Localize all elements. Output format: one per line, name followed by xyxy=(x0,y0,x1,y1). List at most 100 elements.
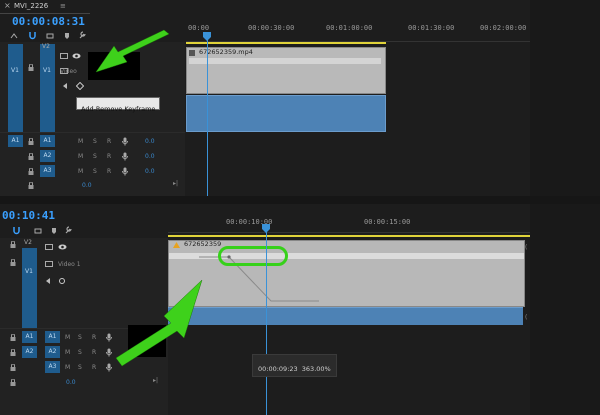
bottom-previous-keyframe-icon[interactable] xyxy=(46,278,51,284)
bottom-eye-icon[interactable] xyxy=(58,244,67,250)
a1-track-target[interactable]: A1 xyxy=(40,135,55,147)
bottom-solo-a2[interactable]: S xyxy=(78,349,82,356)
volume-a3[interactable]: 0.0 xyxy=(145,168,155,175)
bottom-sync-icon[interactable] xyxy=(45,244,53,250)
fx-icon xyxy=(189,50,195,56)
bottom-lock-icon-v2[interactable] xyxy=(10,241,16,248)
bottom-playhead-line[interactable] xyxy=(266,228,267,415)
scroll-end-icon[interactable]: ▸| xyxy=(173,180,178,187)
bottom-timeline-panel: 00:10:41 V2 V1 Video 1 A1 A1 A2 A2 A3 M xyxy=(0,204,530,415)
tab-menu-icon[interactable]: ≡ xyxy=(60,2,66,10)
close-icon[interactable]: × xyxy=(4,1,11,10)
bottom-a3-track-target[interactable]: A3 xyxy=(45,361,60,373)
solo-button-a1[interactable]: S xyxy=(93,138,97,145)
bottom-record-a3[interactable]: R xyxy=(92,364,96,371)
bottom-lock-icon-a3[interactable] xyxy=(10,364,16,371)
bottom-audio-clip[interactable] xyxy=(168,307,523,325)
nest-icon[interactable] xyxy=(10,32,18,40)
lock-icon-master[interactable] xyxy=(28,182,34,189)
time-ruler[interactable]: 00:00 00:00:30:00 00:01:00:00 00:01:30:0… xyxy=(186,23,530,42)
bottom-mute-a3[interactable]: M xyxy=(65,364,70,371)
a1-source-patch[interactable]: A1 xyxy=(8,135,23,147)
microphone-icon-a3[interactable] xyxy=(122,167,128,176)
add-marker-icon[interactable] xyxy=(63,32,71,40)
microphone-icon-a1[interactable] xyxy=(122,137,128,146)
ruler-label-0: 00:00 xyxy=(188,24,210,32)
ruler-label-2: 00:01:00:00 xyxy=(326,24,373,32)
bottom-record-a2[interactable]: R xyxy=(92,349,96,356)
bottom-solo-a3[interactable]: S xyxy=(78,364,82,371)
v1-source-patch[interactable]: V1 xyxy=(8,44,23,132)
bottom-lock-icon-v1[interactable] xyxy=(10,259,16,266)
mute-button-a3[interactable]: M xyxy=(78,168,83,175)
add-marker-icon-bottom[interactable] xyxy=(50,227,58,235)
bottom-v1-label: V1 xyxy=(25,268,33,275)
audio-clip[interactable] xyxy=(186,95,386,132)
right-edge-marker-2: ( xyxy=(525,314,528,321)
bottom-scroll-end-icon[interactable]: ▸| xyxy=(153,377,158,384)
bottom-keyframe-icon[interactable] xyxy=(58,277,66,285)
ruler-label-1: 00:00:30:00 xyxy=(248,24,295,32)
record-button-a2[interactable]: R xyxy=(107,153,111,160)
v2-label: V2 xyxy=(42,43,50,50)
snap-icon-bottom[interactable] xyxy=(12,226,21,235)
bottom-v1-source-patch[interactable]: V2 V1 xyxy=(22,239,37,328)
bottom-a2-source-patch[interactable]: A2 xyxy=(22,346,37,358)
bottom-in-out-bar xyxy=(168,235,530,237)
bottom-lock-icon-a1[interactable] xyxy=(10,334,16,341)
top-timeline-panel: × MVI_2226 ≡ 00:00:08:31 V1 V2 V1 Video … xyxy=(0,0,530,196)
microphone-icon-a2[interactable] xyxy=(122,152,128,161)
in-out-bar xyxy=(186,42,386,44)
volume-a2[interactable]: 0.0 xyxy=(145,153,155,160)
bottom-playhead-timecode[interactable]: 00:10:41 xyxy=(2,209,55,222)
toggle-sync-icon[interactable] xyxy=(60,53,68,59)
a3-track-target[interactable]: A3 xyxy=(40,165,55,177)
bottom-a2-track-target[interactable]: A2 xyxy=(45,346,60,358)
bottom-sync-icon-v1[interactable] xyxy=(45,261,53,267)
bottom-time-ruler[interactable]: 00:00:10:00 00:00:15:00 xyxy=(168,212,530,233)
a2-track-target[interactable]: A2 xyxy=(40,150,55,162)
playhead-line[interactable] xyxy=(207,32,208,196)
video-track-name: Video xyxy=(60,68,77,75)
mute-button-a1[interactable]: M xyxy=(78,138,83,145)
bottom-clip-name: 672652359 xyxy=(184,240,222,248)
bottom-master-volume[interactable]: 0.0 xyxy=(66,379,76,386)
bottom-lock-icon-master[interactable] xyxy=(10,379,16,386)
linked-selection-icon[interactable] xyxy=(46,32,54,40)
panel-divider xyxy=(0,196,600,204)
record-button-a3[interactable]: R xyxy=(107,168,111,175)
lock-icon-a3[interactable] xyxy=(28,168,34,175)
wrench-icon-bottom[interactable] xyxy=(64,226,72,235)
linked-selection-icon-bottom[interactable] xyxy=(34,227,42,235)
bottom-record-a1[interactable]: R xyxy=(92,334,96,341)
record-button-a1[interactable]: R xyxy=(107,138,111,145)
playhead-timecode[interactable]: 00:00:08:31 xyxy=(12,15,85,28)
v1-track-target[interactable]: V2 V1 xyxy=(40,43,55,132)
mute-button-a2[interactable]: M xyxy=(78,153,83,160)
sequence-tab[interactable]: × MVI_2226 ≡ xyxy=(0,0,90,14)
solo-button-a2[interactable]: S xyxy=(93,153,97,160)
lock-icon-a1[interactable] xyxy=(28,138,34,145)
bottom-solo-a1[interactable]: S xyxy=(78,334,82,341)
solo-button-a3[interactable]: S xyxy=(93,168,97,175)
bottom-mute-a2[interactable]: M xyxy=(65,349,70,356)
wrench-icon[interactable] xyxy=(78,31,86,40)
tooltip-text: Add-Remove Keyframe xyxy=(81,105,156,113)
tooltip: Add-Remove Keyframe xyxy=(76,97,161,113)
bottom-lock-icon-a2[interactable] xyxy=(10,349,16,356)
lock-icon-a2[interactable] xyxy=(28,153,34,160)
bottom-a1-track-target[interactable]: A1 xyxy=(45,331,60,343)
master-volume[interactable]: 0.0 xyxy=(82,182,92,189)
previous-keyframe-icon[interactable] xyxy=(63,83,68,89)
eye-icon[interactable] xyxy=(72,53,81,59)
add-remove-keyframe-icon[interactable] xyxy=(76,82,84,90)
bottom-v2-label: V2 xyxy=(24,239,32,246)
clip-status-overlay: 00:00:09:23 363.00% xyxy=(252,354,337,377)
video-clip[interactable]: 672652359.mp4 xyxy=(186,47,386,94)
volume-a1[interactable]: 0.0 xyxy=(145,138,155,145)
sequence-tab-title: MVI_2226 xyxy=(14,2,49,10)
lock-icon[interactable] xyxy=(28,64,34,71)
snap-icon[interactable] xyxy=(28,31,37,40)
bottom-mute-a1[interactable]: M xyxy=(65,334,70,341)
bottom-a1-source-patch[interactable]: A1 xyxy=(22,331,37,343)
